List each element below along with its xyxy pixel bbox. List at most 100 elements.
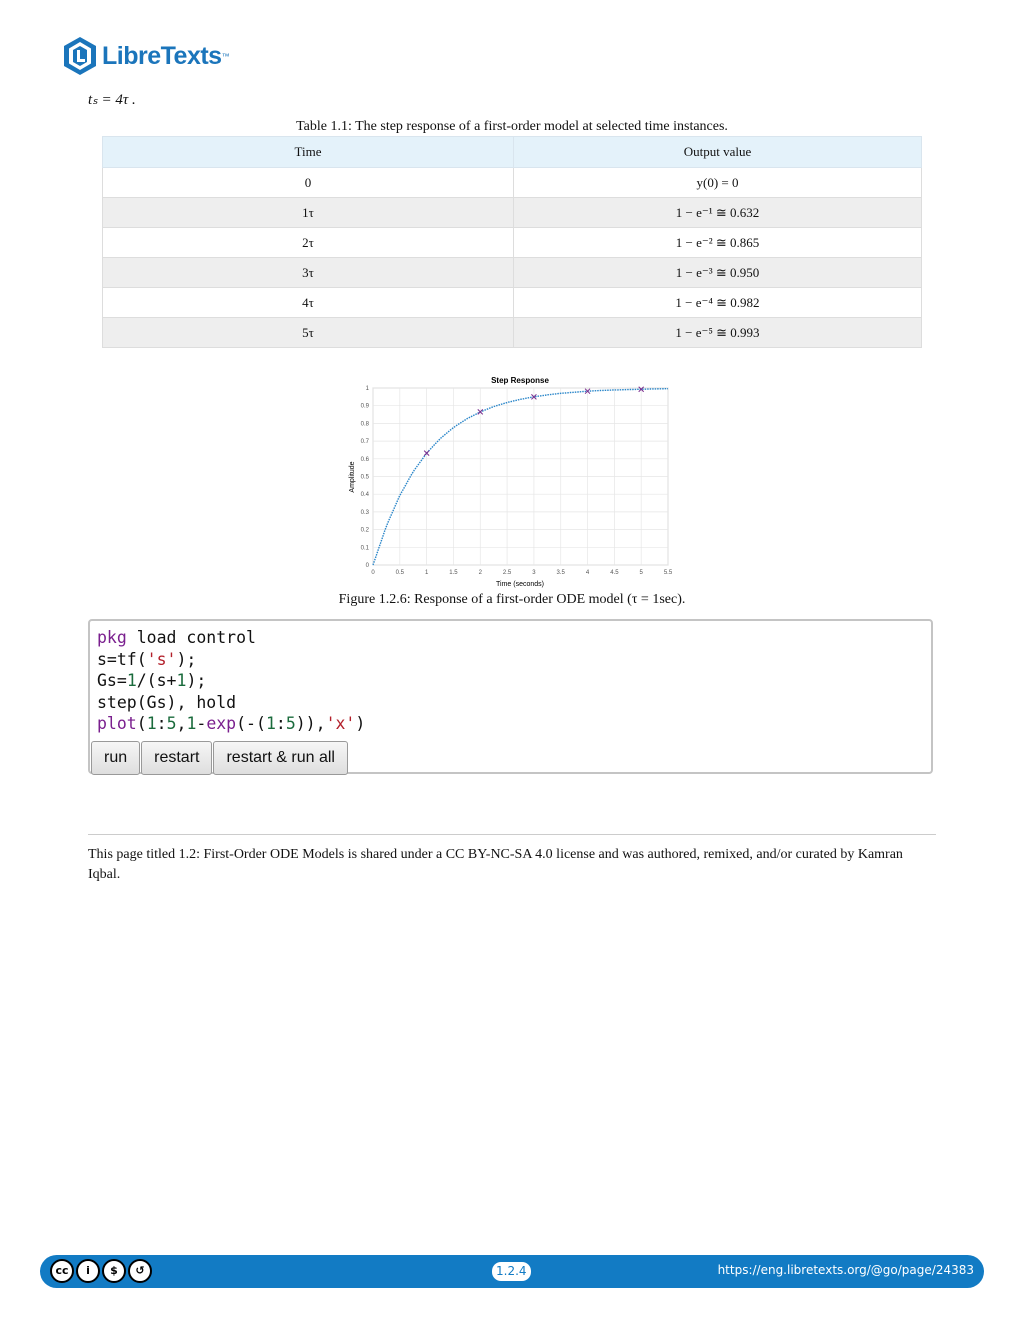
x-tick-label: 3 xyxy=(532,570,536,576)
y-tick-label: 0.9 xyxy=(361,404,370,410)
code-text: /(s+ xyxy=(136,671,177,690)
y-axis-label: Amplitude xyxy=(349,461,356,492)
x-tick-label: 1 xyxy=(425,570,429,576)
table-row: 0 y(0) = 0 xyxy=(102,167,922,198)
x-tick-label: 0 xyxy=(371,570,375,576)
y-tick-label: 0.2 xyxy=(361,528,370,534)
code-string: 's' xyxy=(146,649,177,669)
x-tick-label: 4.5 xyxy=(610,570,619,576)
code-number: 1 xyxy=(265,714,276,733)
libretexts-logo-icon xyxy=(64,37,96,75)
restart-run-all-button[interactable]: restart & run all xyxy=(213,741,348,775)
code-text: - xyxy=(196,714,207,733)
output-cell: 1 − e⁻¹ ≅ 0.632 xyxy=(513,197,922,228)
code-text: : xyxy=(156,714,167,733)
table-row: 2τ 1 − e⁻² ≅ 0.865 xyxy=(102,227,922,258)
code-line: step(Gs), hold xyxy=(97,692,237,712)
y-tick-label: 0.1 xyxy=(361,545,370,551)
time-cell: 4τ xyxy=(102,287,514,318)
cc-icon: cc xyxy=(50,1259,74,1283)
y-tick-label: 0.4 xyxy=(361,492,370,498)
code-string: 'x' xyxy=(325,714,356,733)
y-tick-label: 0.8 xyxy=(361,421,370,427)
time-cell: 5τ xyxy=(102,317,514,348)
y-tick-label: 0.5 xyxy=(361,475,370,481)
output-cell: y(0) = 0 xyxy=(513,167,922,198)
time-cell: 2τ xyxy=(102,227,514,258)
code-editor[interactable]: pkg load control s=tf('s'); Gs=1/(s+1); … xyxy=(97,627,365,735)
code-line: plot(1:5,1-exp(-(1:5)),'x') xyxy=(97,714,365,733)
code-number: 5 xyxy=(285,714,296,733)
x-tick-label: 4 xyxy=(586,570,590,576)
x-tick-label: 5 xyxy=(640,570,644,576)
x-axis-label: Time (seconds) xyxy=(496,581,544,588)
code-number: 1 xyxy=(176,671,187,690)
sa-icon: ↺ xyxy=(128,1259,152,1283)
code-text: : xyxy=(275,714,286,733)
code-text: , xyxy=(176,714,187,733)
code-keyword: plot xyxy=(97,714,137,733)
table-row: 5τ 1 − e⁻⁵ ≅ 0.993 xyxy=(102,317,922,348)
code-number: 1 xyxy=(126,671,137,690)
code-text: load control xyxy=(126,628,256,647)
page-url[interactable]: https://eng.libretexts.org/@go/page/2438… xyxy=(718,1263,974,1277)
time-cell: 0 xyxy=(102,167,514,198)
table-row: 4τ 1 − e⁻⁴ ≅ 0.982 xyxy=(102,287,922,318)
chart-title: Step Response xyxy=(491,376,549,385)
logo-trademark: ™ xyxy=(221,51,230,61)
cc-license-badge[interactable]: cc i $ ↺ xyxy=(50,1259,152,1283)
code-text: Gs= xyxy=(97,671,127,690)
output-cell: 1 − e⁻³ ≅ 0.950 xyxy=(513,257,922,288)
code-number: 1 xyxy=(186,714,197,733)
code-text: (-( xyxy=(236,714,266,733)
y-tick-label: 0.7 xyxy=(361,439,370,445)
nc-icon: $ xyxy=(102,1259,126,1283)
table-row: 1τ 1 − e⁻¹ ≅ 0.632 xyxy=(102,197,922,228)
code-line: pkg load control xyxy=(97,628,256,647)
x-tick-label: 5.5 xyxy=(664,570,673,576)
page-number: 1.2.4 xyxy=(492,1262,531,1281)
run-button[interactable]: run xyxy=(91,741,141,775)
settling-time-equation: tₛ = 4τ . xyxy=(88,92,136,108)
by-icon: i xyxy=(76,1259,100,1283)
step-response-table: Time Output value 0 y(0) = 0 1τ 1 − e⁻¹ … xyxy=(102,136,922,348)
step-response-chart: 0 0.5 1 1.5 2 2.5 3 3.5 4 4.5 5 5.5 0 0.1 0.2 0.3 0.4 0.5… xyxy=(349,376,673,588)
code-cell: pkg load control s=tf('s'); Gs=1/(s+1); … xyxy=(88,619,933,775)
table-row: 3τ 1 − e⁻³ ≅ 0.950 xyxy=(102,257,922,288)
y-tick-label: 0.3 xyxy=(361,510,370,516)
y-tick-label: 0.6 xyxy=(361,457,370,463)
libretexts-logo[interactable]: LibreTexts ™ xyxy=(62,36,230,76)
x-tick-label: 3.5 xyxy=(557,570,566,576)
logo-text: LibreTexts xyxy=(102,41,222,70)
license-notice: This page titled 1.2: First-Order ODE Mo… xyxy=(88,847,903,882)
x-tick-label: 2.5 xyxy=(503,570,512,576)
code-cell-buttons: run restart restart & run all xyxy=(91,741,349,775)
code-keyword: exp xyxy=(206,714,237,733)
code-number: 1 xyxy=(146,714,157,733)
column-header-time: Time xyxy=(102,136,514,168)
code-line: Gs=1/(s+1); xyxy=(97,671,206,690)
y-tick-label: 1 xyxy=(366,386,370,392)
output-cell: 1 − e⁻⁵ ≅ 0.993 xyxy=(513,317,922,348)
code-line: s=tf('s'); xyxy=(97,650,196,669)
code-text: ( xyxy=(136,714,147,733)
restart-button[interactable]: restart xyxy=(141,741,213,775)
code-number: 5 xyxy=(166,714,177,733)
page-footer: cc i $ ↺ 1.2.4 https://eng.libretexts.or… xyxy=(40,1255,984,1288)
table-header-row: Time Output value xyxy=(102,136,922,168)
divider xyxy=(88,834,936,835)
code-keyword: pkg xyxy=(97,628,127,647)
code-text: ) xyxy=(355,714,366,733)
code-text: ); xyxy=(176,649,197,669)
time-cell: 1τ xyxy=(102,197,514,228)
code-text: s=tf( xyxy=(97,649,147,669)
code-text: ); xyxy=(186,671,207,690)
output-cell: 1 − e⁻² ≅ 0.865 xyxy=(513,227,922,258)
column-header-output: Output value xyxy=(513,136,922,168)
y-tick-label: 0 xyxy=(366,563,370,569)
figure-caption: Figure 1.2.6: Response of a first-order … xyxy=(338,592,686,607)
x-tick-label: 2 xyxy=(479,570,483,576)
time-cell: 3τ xyxy=(102,257,514,288)
table-caption: Table 1.1: The step response of a first-… xyxy=(296,119,728,134)
x-tick-label: 0.5 xyxy=(396,570,405,576)
